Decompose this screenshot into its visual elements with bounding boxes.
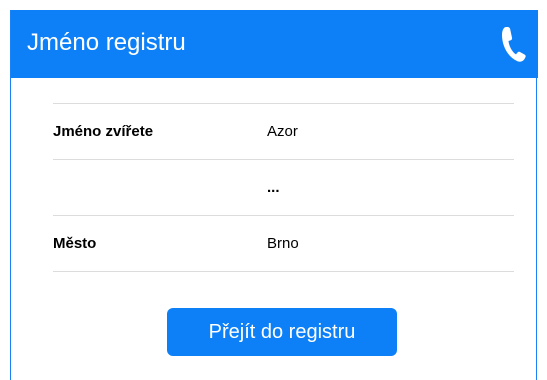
card-header: Jméno registru: [11, 10, 538, 78]
city-label: Město: [53, 235, 97, 252]
ellipsis-value: ...: [267, 179, 280, 196]
city-value: Brno: [267, 235, 299, 252]
animal-name-value: Azor: [267, 123, 298, 140]
table-row: ...: [53, 159, 514, 215]
animal-name-label: Jméno zvířete: [53, 123, 154, 140]
go-to-registry-button[interactable]: Přejít do registru: [167, 308, 397, 356]
details-table: Jméno zvířete Azor ... Město Brno: [53, 103, 514, 272]
phone-icon[interactable]: [498, 24, 528, 64]
registry-card: Jméno registru Jméno zvířete Azor ... Mě…: [10, 10, 538, 380]
table-row: Město Brno: [53, 215, 514, 272]
table-row: Jméno zvířete Azor: [53, 103, 514, 159]
registry-title: Jméno registru: [27, 29, 186, 56]
